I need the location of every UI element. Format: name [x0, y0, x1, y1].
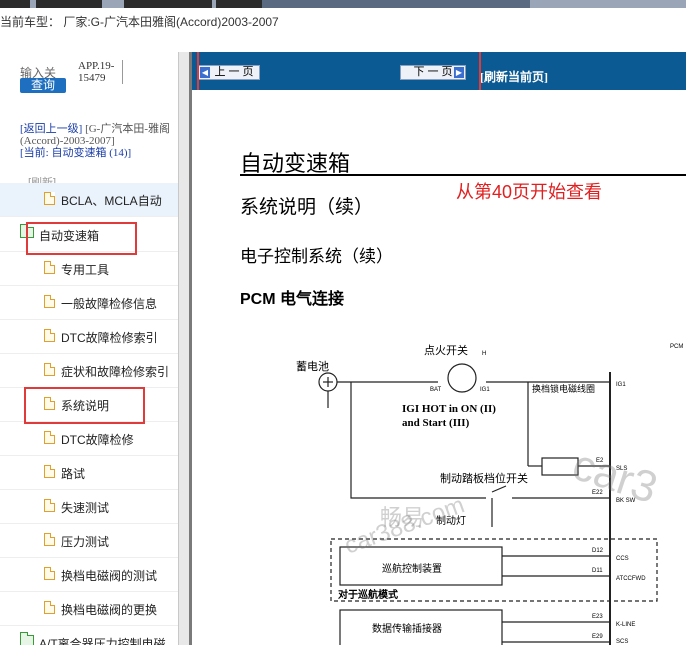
tree-item-label: 症状和故障检修索引 — [61, 365, 170, 379]
document-icon — [44, 261, 55, 274]
igi-note-2: and Start (III) — [402, 417, 470, 429]
bat-label: BAT — [430, 387, 442, 393]
shift-lock-label: 换档锁电磁线圈 — [532, 383, 595, 394]
tree-item-label: 换档电磁阀的更换 — [61, 603, 158, 617]
window-strip — [0, 0, 686, 8]
document-icon — [44, 533, 55, 546]
document-subsection: PCM 电气连接 — [240, 291, 345, 308]
back-link[interactable]: [返回上一级] — [20, 123, 82, 135]
tree-item-label: DTC故障检修索引 — [61, 331, 158, 345]
tree-item-symptom-index[interactable]: 症状和故障检修索引 — [0, 354, 178, 388]
pin-label: K-LINE — [616, 622, 635, 628]
title-rule — [240, 174, 686, 176]
top-bar: 当前车型： 厂家:G-广汽本田雅阁(Accord)2003-2007 — [0, 0, 686, 52]
tree-item-stall-test[interactable]: 失速测试 — [0, 490, 178, 524]
folder-icon — [20, 632, 34, 645]
tree-item-label: 压力测试 — [61, 535, 110, 549]
brake-switch-label: 制动踏板档位开关 — [440, 471, 528, 485]
igi-note: IGI HOT in ON (II) — [402, 403, 496, 415]
document-subtitle: 系统说明（续） — [240, 197, 374, 218]
current-prefix: [当前: — [20, 147, 52, 159]
app-number: APP.19-15479 — [78, 60, 123, 84]
current-vehicle: 当前车型： 厂家:G-广汽本田雅阁(Accord)2003-2007 — [0, 15, 279, 29]
annotation-note: 从第40页开始查看 — [456, 182, 603, 202]
pcm-label: PCM — [670, 344, 683, 350]
tree-item-label: 换档电磁阀的测试 — [61, 569, 158, 583]
pin-id: D12 — [592, 548, 604, 554]
document-icon — [44, 329, 55, 342]
tree-item-label: 一般故障检修信息 — [61, 297, 158, 311]
pin-id: E29 — [592, 634, 603, 640]
tree-item-label: 专用工具 — [61, 263, 110, 277]
document-icon — [44, 567, 55, 580]
pin-label: CCS — [616, 556, 629, 562]
tree-item-label: BCLA、MCLA自动 — [61, 194, 162, 208]
ig1-label: IG1 — [480, 387, 490, 393]
tree-item-road-test[interactable]: 路试 — [0, 456, 178, 490]
tree-item-label: 失速测试 — [61, 501, 110, 515]
tree-item-bcla[interactable]: BCLA、MCLA自动 — [0, 183, 178, 217]
content-pane: ◀ 上 一 页 下 一 页 ▶ [刷新当前页] 从第40页开始查看 自动变速箱 … — [192, 52, 686, 645]
pin-label: IG1 — [616, 382, 626, 388]
battery-label: 蓄电池 — [296, 360, 329, 373]
tree-item-general-troubleshooting[interactable]: 一般故障检修信息 — [0, 286, 178, 320]
pin-id: D11 — [592, 568, 603, 574]
document-icon — [44, 601, 55, 614]
pin-id: E23 — [592, 614, 603, 620]
tree-folder-clutch-pressure[interactable]: A/T离合器压力控制电磁 — [0, 626, 178, 645]
highlight-box-transmission — [26, 222, 137, 255]
cruise-mode-label: 对于巡航模式 — [338, 588, 398, 601]
tree-item-dtc-index[interactable]: DTC故障检修索引 — [0, 320, 178, 354]
document-icon — [44, 431, 55, 444]
highlight-box-paging — [197, 52, 481, 95]
pin-label: ATCCFWD — [616, 576, 646, 582]
dlc-label: 数据传输插接器 — [372, 622, 442, 635]
tree-item-special-tools[interactable]: 专用工具 — [0, 252, 178, 286]
current-count: (14)] — [106, 147, 132, 159]
tree-item-solenoid-test[interactable]: 换档电磁阀的测试 — [0, 558, 178, 592]
breadcrumb: [返回上一级] [G-广汽本田-雅阁(Accord)-2003-2007] [当… — [20, 123, 170, 159]
highlight-box-system-description — [24, 387, 145, 424]
ignition-switch-symbol — [447, 363, 477, 393]
refresh-page-link[interactable]: [刷新当前页] — [480, 68, 548, 85]
document-icon — [44, 295, 55, 308]
document-icon — [44, 465, 55, 478]
document-icon — [44, 363, 55, 376]
tree-item-dtc-troubleshooting[interactable]: DTC故障检修 — [0, 422, 178, 456]
tree-item-pressure-test[interactable]: 压力测试 — [0, 524, 178, 558]
ignition-label: 点火开关 — [424, 343, 468, 357]
pin-label: SCS — [616, 639, 628, 645]
tree-item-label: 路试 — [61, 467, 86, 481]
tree-item-label: A/T离合器压力控制电磁 — [39, 637, 166, 645]
tree-item-solenoid-replace[interactable]: 换档电磁阀的更换 — [0, 592, 178, 626]
document-icon — [44, 499, 55, 512]
query-button[interactable]: 查询 — [20, 78, 66, 93]
document-section: 电子控制系统（续） — [240, 247, 393, 266]
document-icon — [44, 192, 55, 205]
tree-item-label: DTC故障检修 — [61, 433, 134, 447]
ignition-h-label: H — [482, 351, 486, 357]
sidebar: 输入关 查询 APP.19-15479 [返回上一级] [G-广汽本田-雅阁(A… — [0, 52, 190, 645]
current-link[interactable]: 自动变速箱 — [51, 147, 106, 159]
cruise-label: 巡航控制装置 — [382, 562, 442, 575]
